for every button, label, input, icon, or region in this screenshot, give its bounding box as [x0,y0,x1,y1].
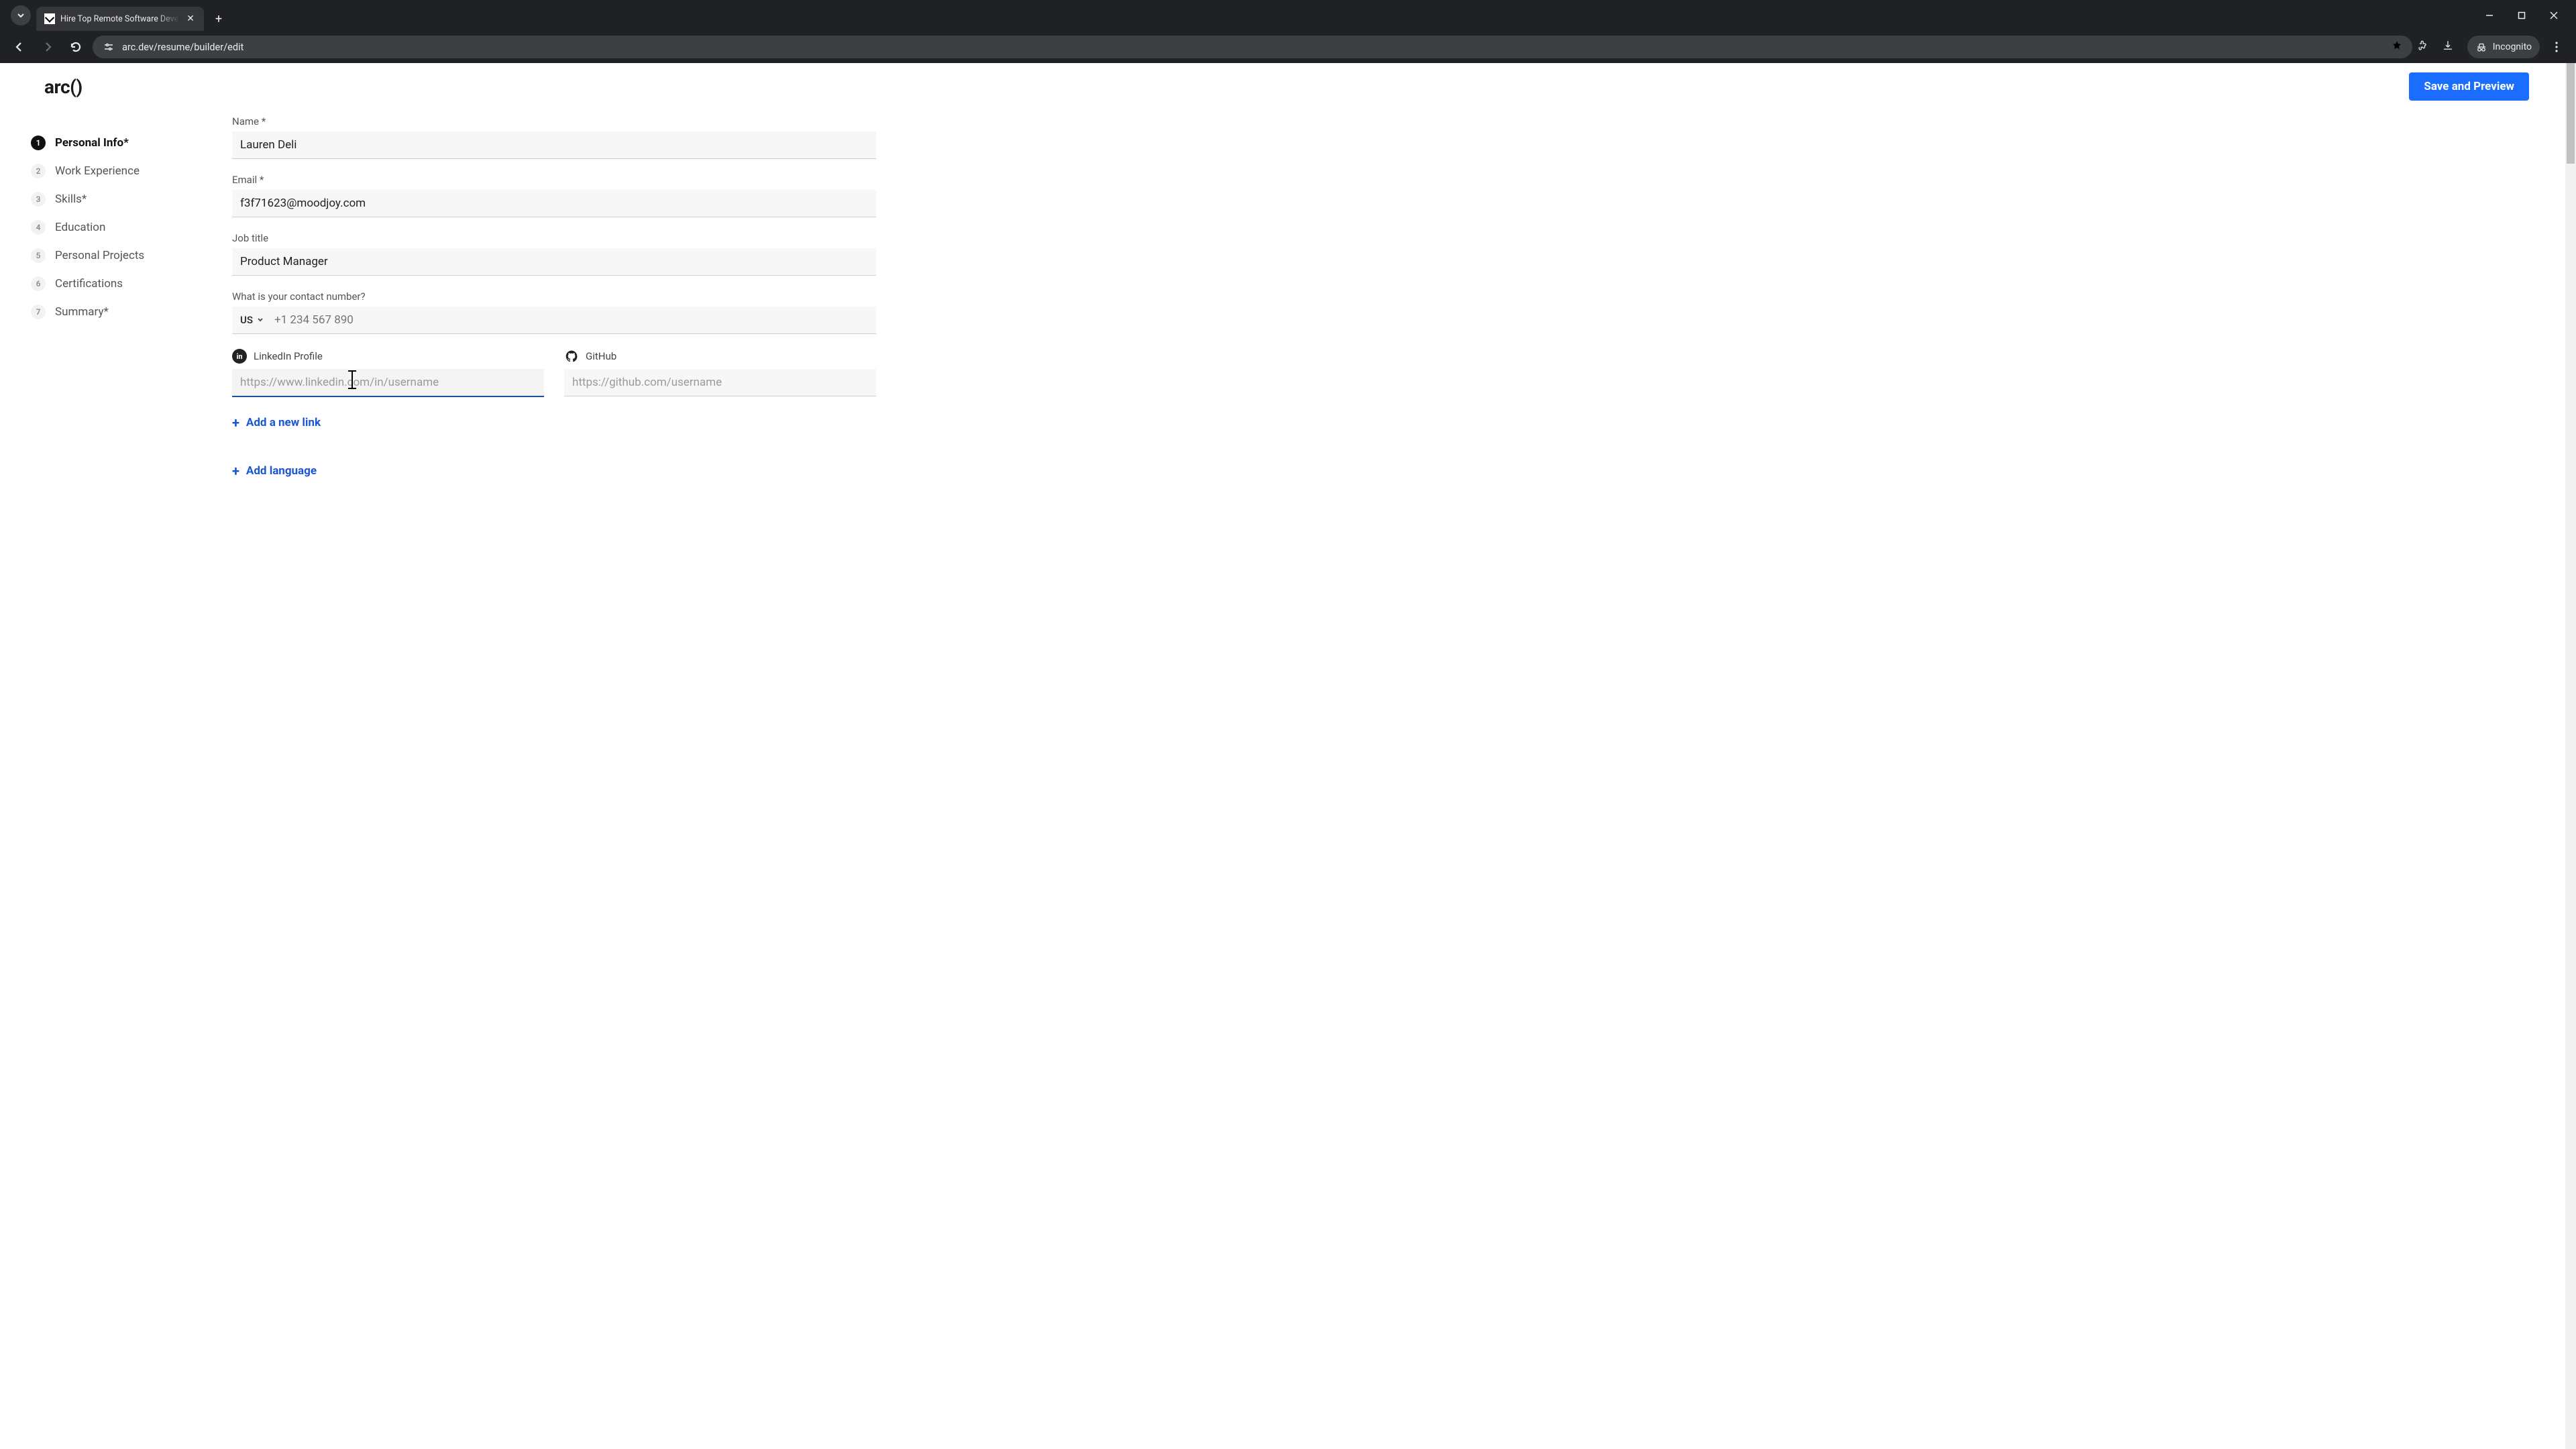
address-bar[interactable]: arc.dev/resume/builder/edit [93,36,2412,58]
step-work-experience[interactable]: 2 Work Experience [31,157,219,185]
tab-title: Hire Top Remote Software Deve [60,14,180,24]
field-jobtitle: Job title [232,232,876,276]
field-name: Name * [232,115,876,159]
jobtitle-label: Job title [232,232,876,244]
step-summary[interactable]: 7 Summary* [31,298,219,326]
minimize-button[interactable] [2479,5,2500,25]
kebab-icon [2551,41,2563,53]
new-tab-button[interactable]: + [209,9,228,28]
browser-titlebar: Hire Top Remote Software Deve ✕ + [0,0,2576,31]
step-number: 3 [31,192,46,207]
email-label: Email * [232,174,876,186]
step-skills[interactable]: 3 Skills* [31,185,219,213]
resume-steps-nav: 1 Personal Info* 2 Work Experience 3 Ski… [31,110,219,326]
add-language-label: Add language [246,464,317,478]
github-input[interactable] [564,369,876,396]
github-label: GitHub [586,350,616,362]
tab-close-button[interactable]: ✕ [185,13,196,24]
field-contact-number: What is your contact number? US [232,290,876,334]
arc-logo[interactable]: arc() [44,76,83,98]
step-personal-info[interactable]: 1 Personal Info* [31,129,219,157]
download-icon [2442,40,2454,52]
add-link-label: Add a new link [246,416,321,429]
step-label: Skills* [55,193,87,206]
step-certifications[interactable]: 6 Certifications [31,270,219,298]
step-label: Personal Projects [55,249,144,262]
chevron-down-icon [257,317,264,323]
extensions-button[interactable] [2418,40,2430,54]
arrow-right-icon [42,41,54,53]
browser-tab[interactable]: Hire Top Remote Software Deve ✕ [36,7,204,31]
country-code-dropdown[interactable]: US [232,307,270,333]
linkedin-input[interactable] [232,369,544,397]
forward-button[interactable] [36,36,59,58]
step-education[interactable]: 4 Education [31,213,219,241]
browser-toolbar: arc.dev/resume/builder/edit Incognito [0,31,2576,63]
name-input[interactable] [232,131,876,159]
step-label: Certifications [55,277,123,290]
toolbar-actions [2418,40,2458,54]
vertical-scrollbar[interactable] [2565,63,2576,1449]
step-personal-projects[interactable]: 5 Personal Projects [31,241,219,270]
plus-icon: + [232,416,239,429]
back-button[interactable] [8,36,31,58]
puzzle-icon [2418,40,2430,52]
chevron-down-icon [17,11,25,19]
incognito-label: Incognito [2493,42,2532,52]
step-number: 5 [31,248,46,263]
star-icon [2391,40,2403,52]
linkedin-label: LinkedIn Profile [254,350,323,362]
incognito-indicator[interactable]: Incognito [2467,36,2540,58]
github-icon [564,349,579,364]
scrollbar-thumb[interactable] [2567,63,2575,164]
name-label: Name * [232,115,876,127]
close-icon [2549,11,2559,20]
incognito-icon [2475,41,2487,53]
step-label: Summary* [55,305,109,319]
site-info-button[interactable] [102,40,115,54]
tune-icon [103,42,114,52]
page-header: arc() Save and Preview [0,63,2576,110]
personal-info-form: Name * Email * Job title What is your co… [219,110,890,508]
contact-label: What is your contact number? [232,290,876,303]
tab-search-button[interactable] [11,5,31,25]
browser-menu-button[interactable] [2545,36,2568,58]
step-number: 7 [31,305,46,319]
step-label: Personal Info* [55,136,129,150]
step-number: 4 [31,220,46,235]
site-favicon [44,13,55,24]
reload-button[interactable] [64,36,87,58]
browser-chrome: Hire Top Remote Software Deve ✕ + [0,0,2576,63]
save-preview-button[interactable]: Save and Preview [2409,72,2529,101]
add-link-button[interactable]: + Add a new link [232,412,321,433]
step-label: Work Experience [55,164,140,178]
step-number: 1 [31,136,46,150]
linkedin-icon: in [232,349,247,364]
close-window-button[interactable] [2544,5,2564,25]
field-email: Email * [232,174,876,217]
phone-input[interactable] [270,307,876,333]
email-input[interactable] [232,190,876,217]
step-number: 6 [31,276,46,291]
maximize-button[interactable] [2512,5,2532,25]
plus-icon: + [232,464,239,478]
field-github: GitHub [564,349,876,397]
reload-icon [70,41,82,53]
downloads-button[interactable] [2442,40,2454,54]
minimize-icon [2485,11,2494,20]
add-language-button[interactable]: + Add language [232,460,317,482]
bookmark-button[interactable] [2391,40,2403,54]
social-links-row: in LinkedIn Profile GitHub [232,349,876,397]
page-viewport: arc() Save and Preview 1 Personal Info* … [0,63,2576,1449]
maximize-icon [2517,11,2526,20]
url-text: arc.dev/resume/builder/edit [122,42,2384,53]
field-linkedin: in LinkedIn Profile [232,349,544,397]
step-number: 2 [31,164,46,178]
country-code-value: US [240,314,253,326]
step-label: Education [55,221,105,234]
jobtitle-input[interactable] [232,248,876,276]
window-controls [2479,5,2576,25]
arrow-left-icon [13,41,25,53]
